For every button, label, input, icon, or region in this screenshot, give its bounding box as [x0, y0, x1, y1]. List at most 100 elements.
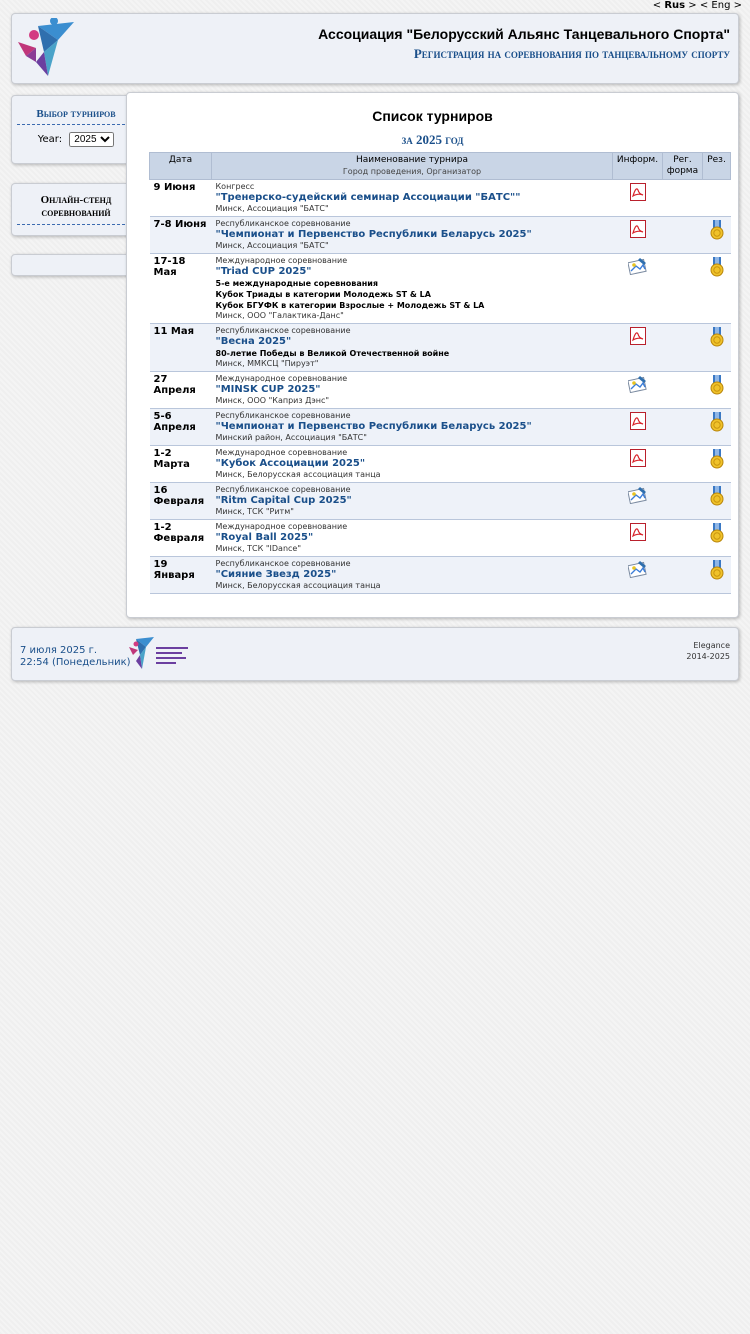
tournament-location: Минск, Белорусская ассоциация танца: [215, 581, 381, 590]
table-row: 1-2 Февраля Международное соревнование "Roy…: [149, 519, 731, 557]
pdf-icon[interactable]: [629, 523, 647, 544]
tournament-name-link[interactable]: "Чемпионат и Первенство Республики Белар…: [216, 421, 609, 433]
image-icon[interactable]: [626, 257, 648, 278]
date-cell: 16 Февраля: [149, 482, 212, 520]
date-cell: 11 Мая: [149, 323, 212, 372]
tournament-name-link[interactable]: "Весна 2025": [216, 336, 609, 348]
tournament-name-link[interactable]: "MINSK CUP 2025": [216, 384, 609, 396]
tournament-name-link[interactable]: "Royal Ball 2025": [216, 532, 609, 544]
date-line1: 11 Мая: [153, 326, 195, 337]
date-line1: 27: [153, 374, 168, 385]
tournament-name-link[interactable]: "Чемпионат и Первенство Республики Белар…: [216, 229, 609, 241]
result-cell: [702, 323, 731, 372]
tournament-name-link[interactable]: "Ritm Capital Cup 2025": [216, 495, 609, 507]
tournament-location: Минск, ММКСЦ "Пируэт": [215, 359, 319, 368]
reg-form-cell: [662, 408, 703, 446]
reg-form-cell: [662, 482, 703, 520]
date-line2: Января: [153, 570, 195, 581]
reg-form-cell: [662, 371, 703, 409]
tournament-category: Конгресс: [215, 182, 255, 191]
info-cell: [612, 371, 663, 409]
info-cell: [612, 445, 663, 483]
pdf-icon[interactable]: [629, 327, 647, 348]
pdf-icon[interactable]: [629, 412, 647, 433]
online-stand-title[interactable]: Онлайн-стенд соревнований: [17, 194, 135, 225]
table-row: 16 Февраля Республиканское соревнование "Ri…: [149, 482, 731, 520]
date-line1: 1-2 Марта: [153, 448, 190, 470]
pdf-icon[interactable]: [629, 449, 647, 470]
tournament-location: Минск, Ассоциация "БАТС": [215, 204, 329, 213]
medal-icon[interactable]: [710, 220, 724, 243]
date-cell: 7-8 Июня: [149, 216, 212, 254]
tournament-name-link[interactable]: "Сияние Звезд 2025": [216, 569, 609, 581]
col-name-subtitle: Город проведения, Организатор: [342, 167, 482, 176]
reg-form-cell: [662, 216, 703, 254]
empty-side-panel: [11, 254, 141, 276]
info-cell: [612, 482, 663, 520]
date-cell: 9 Июня: [149, 179, 212, 217]
medal-icon[interactable]: [710, 257, 724, 280]
year-select[interactable]: 2025: [69, 132, 115, 147]
tournament-category: Международное соревнование: [215, 374, 348, 383]
table-row: 27 Апреля Международное соревнование "MINSK…: [149, 371, 731, 409]
medal-icon[interactable]: [710, 560, 724, 583]
reg-form-cell: [662, 253, 703, 324]
lang-bracket: <: [696, 0, 712, 11]
pdf-icon[interactable]: [629, 220, 647, 241]
medal-icon[interactable]: [710, 412, 724, 435]
tournament-note: Кубок БГУФК в категории Взрослые + Молод…: [215, 301, 485, 310]
date-line2: Апреля: [153, 385, 196, 396]
tournament-category: Международное соревнование: [215, 522, 348, 531]
online-stand-line1: Онлайн-стенд: [40, 194, 112, 206]
lang-rus-link[interactable]: Rus: [664, 0, 685, 11]
tournament-location: Минск, Ассоциация "БАТС": [215, 241, 329, 250]
reg-form-cell: [662, 556, 703, 594]
date-line1: 7-8 Июня: [153, 219, 207, 230]
tournament-filter-title: Выбор турниров: [17, 108, 135, 125]
tournament-table: Дата Наименование турнира Город проведен…: [149, 152, 731, 594]
logo-icon[interactable]: [14, 17, 76, 84]
medal-icon[interactable]: [710, 327, 724, 350]
footer-logo-icon: [128, 635, 192, 675]
date-line1: 5-6: [153, 411, 172, 422]
tournament-name-link[interactable]: "Кубок Ассоциации 2025": [216, 458, 609, 470]
year-row: Year: 2025: [12, 132, 140, 147]
date-line2: Февраля: [153, 533, 205, 544]
tournament-name-link[interactable]: "Triad CUP 2025": [216, 266, 609, 278]
tournament-cell: Международное соревнование "Кубок Ассоциа…: [211, 445, 613, 483]
result-cell: [702, 179, 731, 217]
tournament-location: Минск, ТСК "IDance": [215, 544, 302, 553]
tournament-note: Кубок Триады в категории Молодежь ST & L…: [215, 290, 431, 299]
lang-bracket: >: [685, 0, 697, 11]
table-row: 17-18 Мая Международное соревнование "Triad…: [149, 253, 731, 324]
medal-icon[interactable]: [710, 375, 724, 398]
page-title: Список турниров: [372, 108, 493, 124]
date-line2: Мая: [153, 267, 177, 278]
tournament-category: Республиканское соревнование: [215, 559, 351, 568]
tournament-name-link[interactable]: "Тренерско-судейский семинар Ассоциации …: [216, 192, 609, 204]
online-stand-panel[interactable]: Онлайн-стенд соревнований: [11, 183, 141, 236]
image-icon[interactable]: [626, 486, 648, 507]
col-res-header: Рез.: [702, 152, 731, 180]
image-icon[interactable]: [626, 560, 648, 581]
result-cell: [702, 445, 731, 483]
tournament-category: Международное соревнование: [215, 448, 348, 457]
tournament-category: Республиканское соревнование: [215, 485, 351, 494]
medal-icon[interactable]: [710, 523, 724, 546]
tournament-cell: Республиканское соревнование "Весна 2025"…: [211, 323, 613, 372]
date-cell: 19 Января: [149, 556, 212, 594]
image-icon[interactable]: [626, 375, 648, 396]
tournament-location: Минск, ТСК "Ритм": [215, 507, 294, 516]
medal-icon[interactable]: [710, 486, 724, 509]
tournament-category: Республиканское соревнование: [215, 219, 351, 228]
pdf-icon[interactable]: [629, 183, 647, 204]
lang-bracket: >: [730, 0, 742, 11]
lang-eng-link[interactable]: Eng: [711, 0, 730, 11]
info-cell: [612, 556, 663, 594]
site-footer: 7 июля 2025 г. 22:54 (Понедельник) Elega…: [11, 627, 739, 681]
date-line1: 17-18: [153, 256, 186, 267]
tournament-note: 5-е международные соревнования: [215, 279, 379, 288]
site-subtitle: Регистрация на соревнования по танцеваль…: [413, 46, 730, 61]
medal-icon[interactable]: [710, 449, 724, 472]
tournament-cell: Республиканское соревнование "Чемпионат и…: [211, 408, 613, 446]
